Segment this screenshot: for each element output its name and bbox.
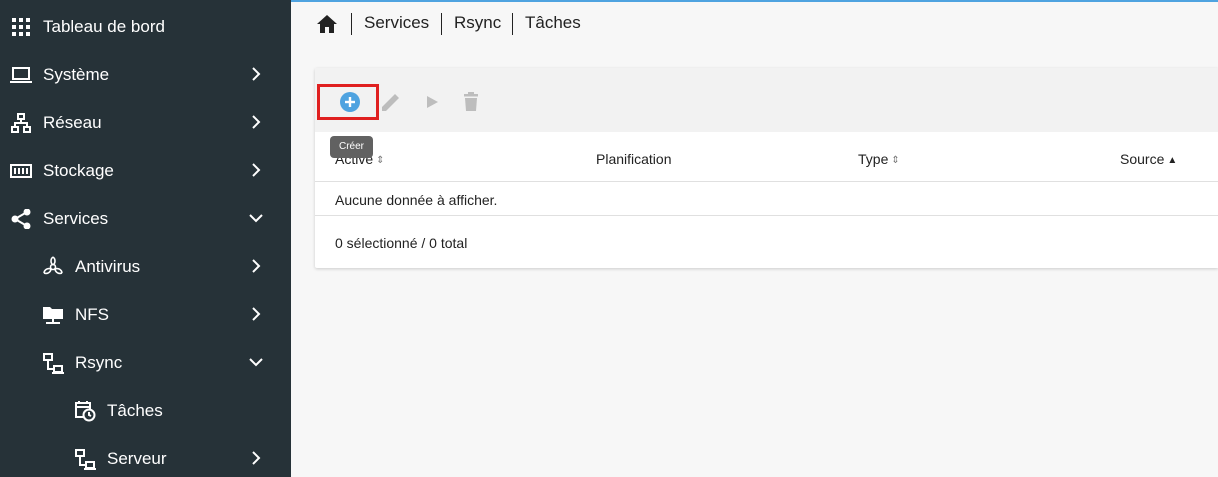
selection-summary: 0 sélectionné / 0 total <box>335 235 468 251</box>
sidebar-item-rsync[interactable]: Rsync <box>0 338 291 386</box>
grid-icon <box>10 16 32 38</box>
sidebar-item-dashboard[interactable]: Tableau de bord <box>0 2 291 50</box>
sidebar-item-label: Serveur <box>107 449 167 468</box>
create-tooltip: Créer <box>330 136 373 158</box>
breadcrumb-rsync[interactable]: Rsync <box>454 13 501 33</box>
play-icon[interactable] <box>420 90 444 114</box>
breadcrumb-separator <box>441 13 442 35</box>
calendar-clock-icon <box>74 400 96 422</box>
breadcrumb-separator <box>351 13 352 35</box>
sort-icon: ⇕ <box>376 155 385 166</box>
sidebar-item-label: Tâches <box>107 401 163 420</box>
column-header-schedule[interactable]: Planification <box>596 151 672 167</box>
sidebar-item-network[interactable]: Réseau <box>0 98 291 146</box>
chevron-right-icon <box>252 115 261 129</box>
breadcrumb-tasks[interactable]: Tâches <box>525 13 581 33</box>
chevron-right-icon <box>252 307 261 321</box>
column-label: Planification <box>596 151 672 167</box>
network-icon <box>10 112 32 134</box>
share-icon <box>10 208 32 230</box>
sidebar-item-label: NFS <box>75 305 109 324</box>
sidebar-item-label: Stockage <box>43 161 114 180</box>
empty-message: Aucune donnée à afficher. <box>335 192 498 208</box>
sidebar-item-antivirus[interactable]: Antivirus <box>0 242 291 290</box>
empty-row: Aucune donnée à afficher. <box>315 182 1218 216</box>
chevron-down-icon <box>249 358 263 367</box>
breadcrumb-separator <box>512 13 513 35</box>
column-label: Source <box>1120 151 1165 167</box>
sidebar-item-services[interactable]: Services <box>0 194 291 242</box>
table-header: Activé ⇕ Planification Type ⇕ Source ▲ <box>315 132 1218 182</box>
column-header-source[interactable]: Source ▲ <box>1120 151 1177 169</box>
chevron-right-icon <box>252 451 261 465</box>
chevron-right-icon <box>252 259 261 273</box>
lan-icon <box>42 352 64 374</box>
sidebar-item-label: Tableau de bord <box>43 17 165 36</box>
add-circle-icon[interactable] <box>338 90 362 114</box>
chevron-down-icon <box>249 214 263 223</box>
sidebar-item-label: Antivirus <box>75 257 141 276</box>
sidebar-item-nfs[interactable]: NFS <box>0 290 291 338</box>
lan-icon <box>74 448 96 470</box>
sidebar-item-server[interactable]: Serveur <box>0 434 291 477</box>
storage-icon <box>10 160 32 182</box>
column-header-type[interactable]: Type ⇕ <box>858 151 900 169</box>
chevron-right-icon <box>252 67 261 81</box>
sidebar-item-label: Système <box>43 65 110 84</box>
tasks-table-card: Activé ⇕ Planification Type ⇕ Source ▲ Crée… <box>315 68 1218 268</box>
chevron-right-icon <box>252 163 261 177</box>
home-icon[interactable] <box>316 14 338 34</box>
sort-ascending-icon: ▲ <box>1167 155 1178 166</box>
toolbar <box>315 68 1218 132</box>
sidebar-item-label: Réseau <box>43 113 102 132</box>
biohazard-icon <box>42 256 64 278</box>
sidebar-item-tasks[interactable]: Tâches <box>0 386 291 434</box>
column-label: Type <box>858 151 889 167</box>
sort-icon: ⇕ <box>891 155 900 166</box>
folder-network-icon <box>42 304 64 326</box>
sidebar: Tableau de bord Système Réseau Stockage <box>0 0 291 477</box>
breadcrumb-services[interactable]: Services <box>364 13 429 33</box>
sidebar-item-label: Services <box>43 209 109 228</box>
sidebar-item-label: Rsync <box>75 353 123 372</box>
breadcrumb: Services Rsync Tâches <box>291 2 1218 42</box>
sidebar-item-system[interactable]: Système <box>0 50 291 98</box>
trash-icon[interactable] <box>459 90 483 114</box>
laptop-icon <box>10 64 32 86</box>
pencil-icon[interactable] <box>379 90 403 114</box>
sidebar-item-storage[interactable]: Stockage <box>0 146 291 194</box>
